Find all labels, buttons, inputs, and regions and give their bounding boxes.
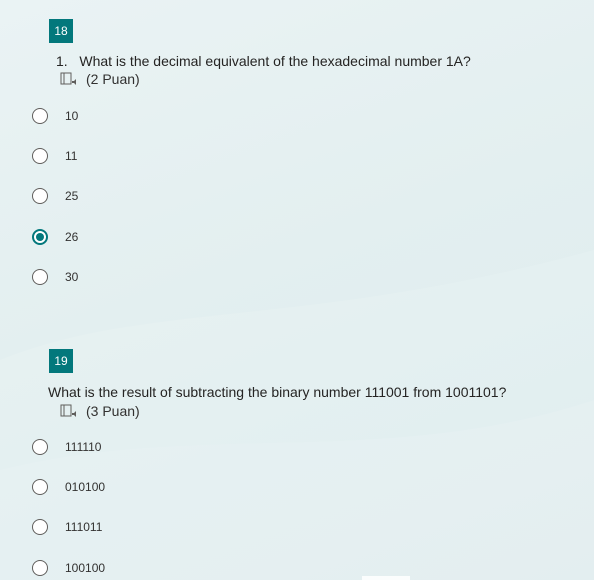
radio-button[interactable]	[32, 560, 48, 576]
question-points: (3 Puan)	[86, 403, 140, 419]
question-points: (2 Puan)	[86, 71, 140, 87]
option-label: 25	[65, 189, 79, 203]
radio-button-selected[interactable]	[32, 229, 48, 245]
question-text: What is the result of subtracting the bi…	[48, 384, 507, 400]
scroll-indicator	[362, 576, 410, 580]
radio-button[interactable]	[32, 108, 48, 124]
radio-button[interactable]	[32, 439, 48, 455]
radio-button[interactable]	[32, 188, 48, 204]
option-010100[interactable]: 010100	[32, 476, 105, 498]
option-25[interactable]: 25	[32, 185, 78, 207]
question-points-row: (2 Puan)	[60, 71, 140, 87]
radio-button[interactable]	[32, 519, 48, 535]
question-number-badge: 18	[49, 19, 73, 43]
option-label: 111011	[65, 520, 103, 534]
question-points-row: (3 Puan)	[60, 403, 140, 419]
option-26[interactable]: 26	[32, 226, 78, 248]
option-111011[interactable]: 111011	[32, 516, 102, 538]
option-label: 10	[65, 109, 79, 123]
option-label: 111110	[65, 440, 102, 454]
option-10[interactable]: 10	[32, 105, 78, 127]
question-title: 1. What is the decimal equivalent of the…	[56, 53, 471, 69]
radio-button[interactable]	[32, 479, 48, 495]
radio-button[interactable]	[32, 148, 48, 164]
option-100100[interactable]: 100100	[32, 557, 105, 579]
question-text: What is the decimal equivalent of the he…	[79, 53, 471, 69]
immersive-reader-icon[interactable]	[60, 404, 78, 418]
question-number-badge: 19	[49, 349, 73, 373]
option-label: 30	[65, 270, 79, 284]
option-111110[interactable]: 111110	[32, 436, 101, 458]
question-index: 1.	[56, 53, 68, 69]
immersive-reader-icon[interactable]	[60, 72, 78, 86]
question-title: What is the result of subtracting the bi…	[48, 384, 506, 400]
radio-button[interactable]	[32, 269, 48, 285]
option-label: 26	[65, 230, 79, 244]
option-30[interactable]: 30	[32, 266, 78, 288]
option-11[interactable]: 11	[32, 145, 77, 167]
option-label: 11	[65, 149, 78, 163]
option-label: 010100	[65, 480, 106, 494]
option-label: 100100	[65, 561, 106, 575]
